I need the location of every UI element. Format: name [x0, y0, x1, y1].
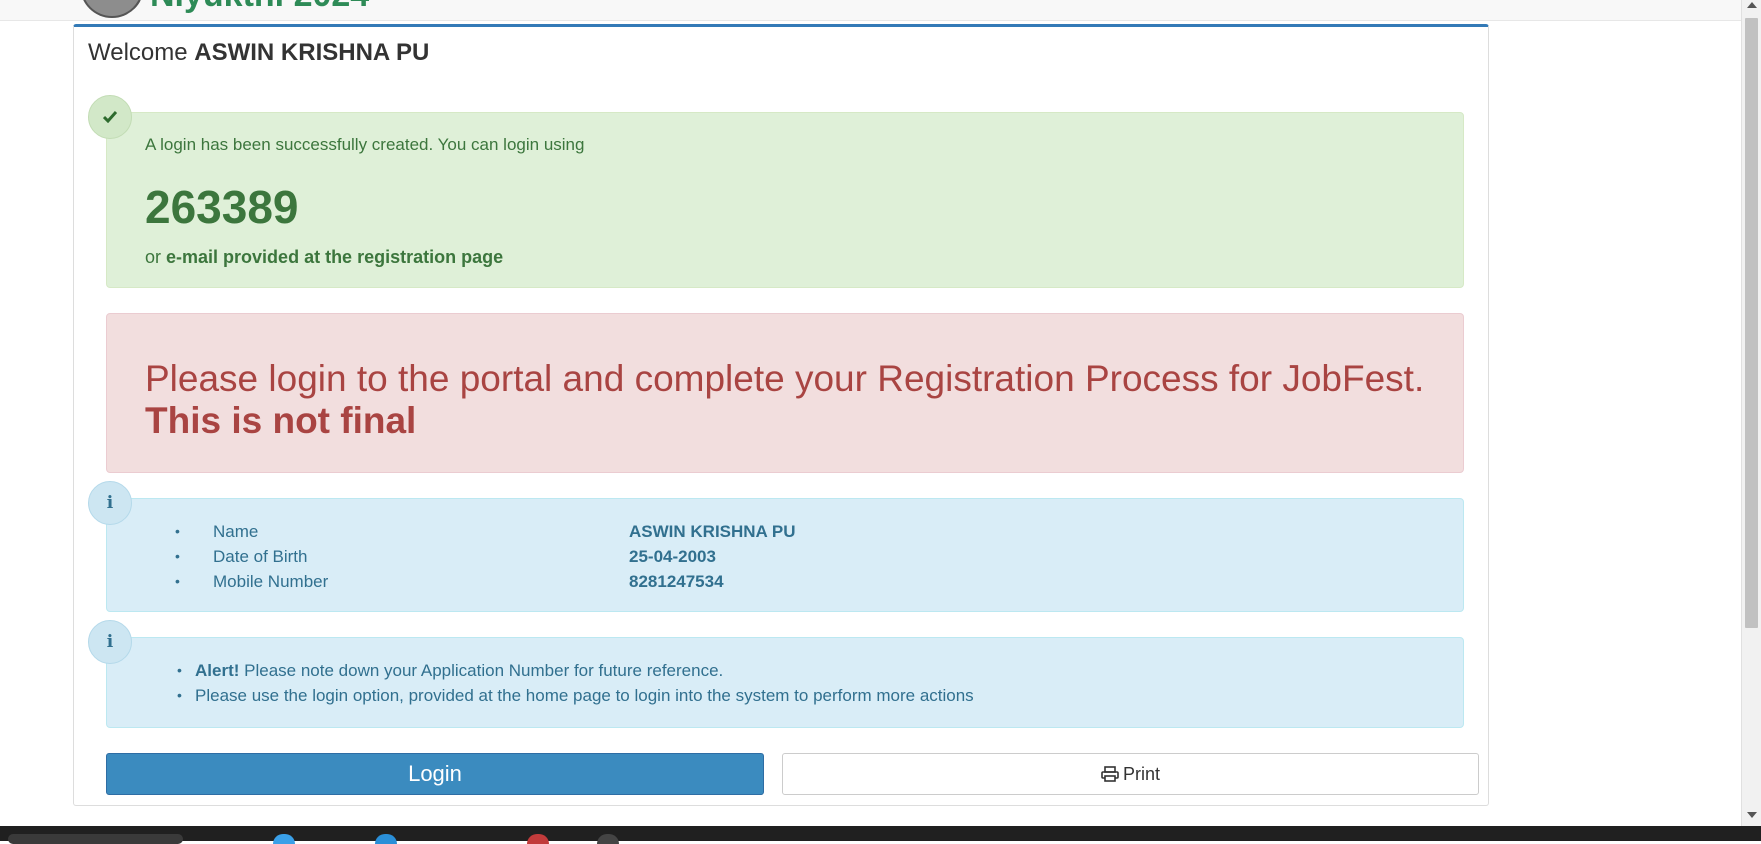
details-row-dob: Date of Birth 25-04-2003	[107, 544, 1463, 569]
login-button[interactable]: Login	[106, 753, 764, 795]
details-label: Date of Birth	[213, 547, 308, 566]
welcome-prefix: Welcome	[88, 39, 188, 66]
os-taskbar	[0, 826, 1761, 844]
details-value: 25-04-2003	[629, 547, 716, 566]
applicant-details: Name ASWIN KRISHNA PU Date of Birth 25-0…	[106, 498, 1464, 612]
welcome-user-name: ASWIN KRISHNA PU	[194, 39, 430, 66]
details-row-mobile: Mobile Number 8281247534	[107, 569, 1463, 594]
site-logo-text: Niyukthi 2024	[150, 0, 369, 12]
scroll-thumb[interactable]	[1745, 18, 1758, 628]
danger-emphasis: This is not final	[145, 400, 417, 441]
taskbar-app-icon[interactable]	[273, 834, 295, 844]
danger-alert: Please login to the portal and complete …	[106, 313, 1464, 473]
notes-list: Alert! Please note down your Application…	[107, 658, 1463, 708]
note-item: Alert! Please note down your Application…	[107, 658, 1463, 683]
details-label: Name	[213, 522, 259, 541]
check-icon	[88, 95, 132, 139]
note-text: Please note down your Application Number…	[244, 661, 724, 680]
print-label: Print	[1122, 763, 1160, 784]
scroll-down-arrow-icon[interactable]	[1747, 812, 1757, 818]
details-value: 8281247534	[629, 572, 724, 591]
incomplete-registration-message: Please login to the portal and complete …	[145, 358, 1424, 442]
success-message: A login has been successfully created. Y…	[145, 135, 585, 154]
scroll-up-arrow-icon[interactable]	[1747, 2, 1757, 8]
danger-message: Please login to the portal and complete …	[145, 358, 1425, 399]
details-row-name: Name ASWIN KRISHNA PU	[107, 519, 1463, 544]
details-list: Name ASWIN KRISHNA PU Date of Birth 25-0…	[107, 519, 1463, 594]
alert-label: Alert!	[195, 661, 240, 680]
login-number: 263389	[145, 181, 299, 233]
login-alternative: or e-mail provided at the registration p…	[145, 247, 503, 268]
note-text: Please use the login option, provided at…	[195, 686, 974, 705]
login-alternative-prefix: or	[145, 247, 162, 267]
info-icon: i	[88, 481, 132, 525]
printer-icon	[1101, 766, 1119, 782]
login-alternative-email: e-mail provided at the registration page	[166, 247, 504, 267]
taskbar-app-icon[interactable]	[375, 834, 397, 844]
print-button[interactable]: Print	[782, 753, 1479, 795]
details-label: Mobile Number	[213, 572, 329, 591]
welcome-heading: Welcome ASWIN KRISHNA PU	[88, 39, 429, 67]
note-item: Please use the login option, provided at…	[107, 683, 1463, 708]
taskbar-app-icon[interactable]	[597, 834, 619, 844]
page-scrollbar[interactable]	[1741, 0, 1761, 826]
emblem-logo	[80, 0, 144, 18]
taskbar-app-icon[interactable]	[527, 834, 549, 844]
success-alert: A login has been successfully created. Y…	[106, 112, 1464, 288]
site-header: Niyukthi 2024	[0, 0, 1741, 21]
info-icon: i	[88, 620, 132, 664]
taskbar-search[interactable]	[8, 834, 183, 844]
registration-success-panel: Welcome ASWIN KRISHNA PU A login has bee…	[73, 24, 1489, 806]
details-value: ASWIN KRISHNA PU	[629, 522, 796, 541]
notes-alert: Alert! Please note down your Application…	[106, 637, 1464, 728]
